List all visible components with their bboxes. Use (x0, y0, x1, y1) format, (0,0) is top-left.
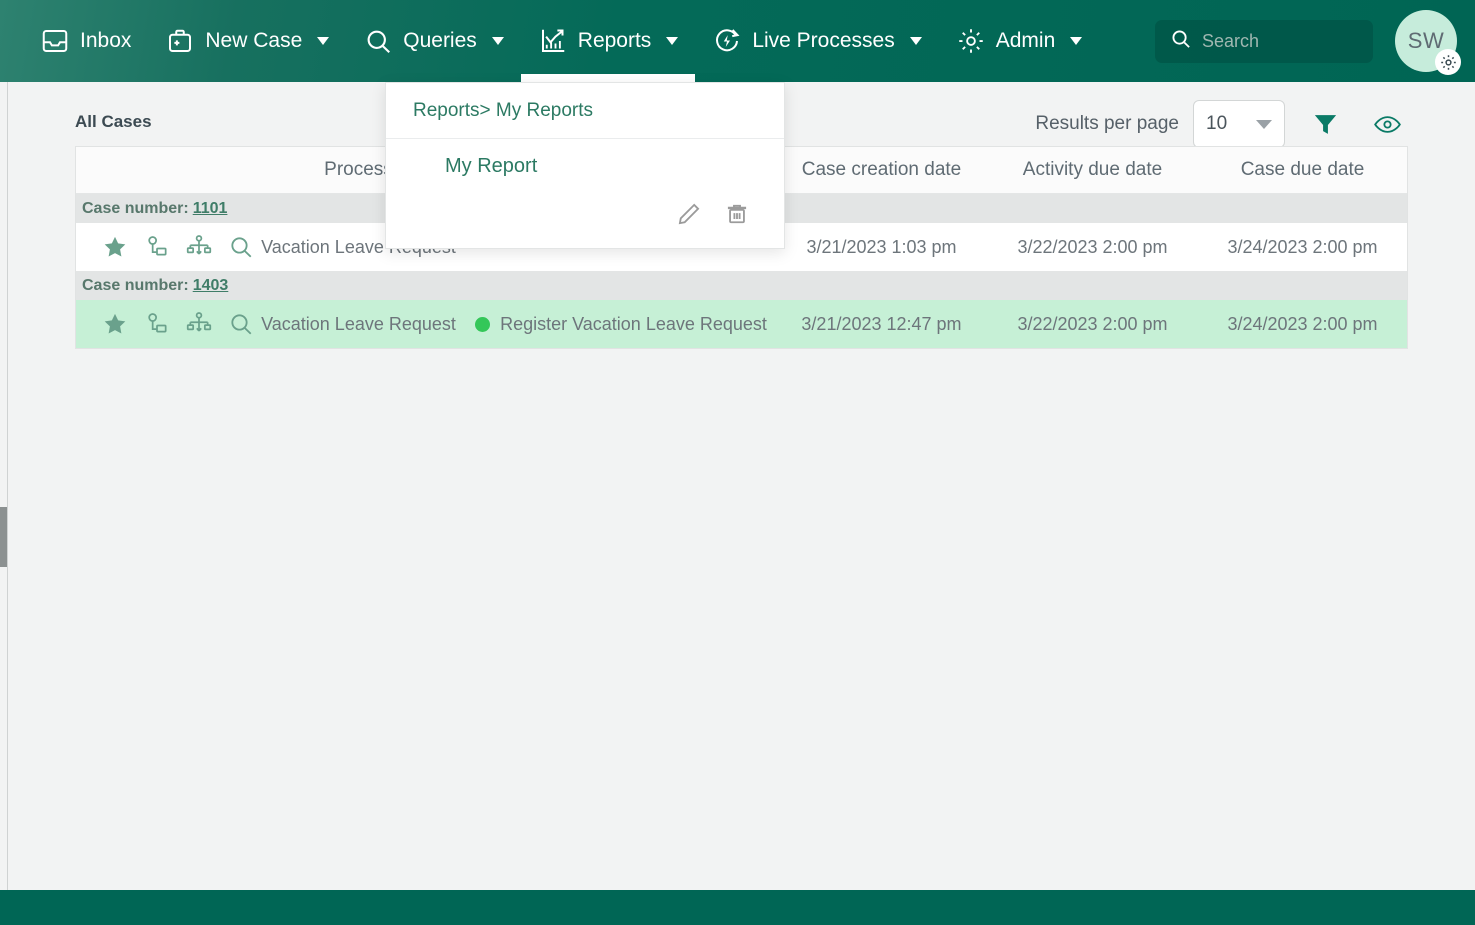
nav-item-label: New Case (205, 29, 303, 52)
nav-item-new-case[interactable]: New Case (148, 0, 346, 82)
column-header-case-due-date[interactable]: Case due date (1198, 159, 1407, 181)
column-header-activity-due-date[interactable]: Activity due date (987, 159, 1198, 181)
process-tree-icon[interactable] (186, 234, 212, 260)
search-icon (363, 26, 393, 56)
cell-case-creation-date: 3/21/2023 12:47 pm (801, 313, 962, 334)
nav-item-label: Inbox (80, 29, 132, 52)
column-header-case-creation-date[interactable]: Case creation date (776, 159, 987, 181)
search-placeholder: Search (1202, 30, 1260, 51)
results-per-page-value: 10 (1206, 113, 1228, 134)
chevron-down-icon (1256, 119, 1272, 129)
reports-dropdown-panel: Reports> My Reports My Report (385, 82, 785, 249)
nav-item-label: Admin (995, 29, 1056, 52)
page-title: All Cases (75, 112, 152, 131)
chart-trend-icon (538, 26, 568, 56)
case-number-label: Case number: (82, 276, 189, 294)
footer-bar (0, 890, 1475, 925)
search-input[interactable]: Search (1155, 19, 1373, 63)
cell-activity: Register Vacation Leave Request (466, 314, 776, 335)
results-per-page-label: Results per page (1035, 113, 1179, 134)
status-dot-icon (475, 316, 491, 332)
briefcase-plus-icon (165, 26, 195, 56)
chevron-down-icon (909, 37, 922, 45)
chevron-down-icon (317, 37, 330, 45)
nav-item-queries[interactable]: Queries (346, 0, 521, 82)
case-number-link[interactable]: 1403 (193, 277, 229, 295)
nav-item-live-processes[interactable]: Live Processes (695, 0, 938, 82)
cell-activity-due-date: 3/22/2023 2:00 pm (1017, 313, 1168, 334)
case-group-header: Case number: 1403 (76, 271, 1407, 300)
trash-icon[interactable] (724, 201, 750, 227)
search-icon (1169, 27, 1192, 55)
cell-activity-due-date: 3/22/2023 2:00 pm (1017, 236, 1168, 257)
table-row[interactable]: Vacation Leave Request Register Vacation… (76, 300, 1407, 348)
star-icon[interactable] (102, 311, 128, 337)
cell-case-creation-date: 3/21/2023 1:03 pm (806, 236, 957, 257)
pencil-icon[interactable] (676, 201, 702, 227)
cell-case-due-date: 3/24/2023 2:00 pm (1227, 236, 1378, 257)
row-actions (76, 311, 252, 337)
chevron-down-icon (491, 37, 504, 45)
nav-item-reports[interactable]: Reports (520, 0, 696, 82)
case-number-link[interactable]: 1101 (193, 200, 228, 218)
top-navigation-bar: Inbox New Case Queries Reports Live Proc… (0, 0, 1475, 82)
sidebar-collapsed-strip (0, 82, 8, 890)
process-tree-icon[interactable] (186, 311, 212, 337)
row-actions (76, 234, 252, 260)
nav-item-label: Queries (403, 29, 477, 52)
cell-process: Vacation Leave Request (261, 313, 456, 334)
results-per-page-select[interactable]: 10 (1193, 100, 1285, 148)
reports-breadcrumb[interactable]: Reports> My Reports (386, 83, 784, 139)
nav-item-label: Reports (577, 29, 652, 52)
activity-label: Register Vacation Leave Request (500, 313, 767, 334)
dropdown-item-tools (386, 193, 784, 235)
nav-items: Inbox New Case Queries Reports Live Proc… (0, 0, 1099, 82)
filter-icon[interactable] (1303, 102, 1347, 146)
nav-item-label: Live Processes (752, 29, 895, 52)
assign-icon[interactable] (144, 311, 170, 337)
refresh-bolt-icon (712, 26, 742, 56)
eye-icon[interactable] (1365, 102, 1409, 146)
dropdown-item-my-report[interactable]: My Report (386, 139, 784, 193)
cell-case-due-date: 3/24/2023 2:00 pm (1227, 313, 1378, 334)
inbox-icon (40, 26, 70, 56)
user-avatar[interactable]: SW (1395, 10, 1461, 75)
nav-item-inbox[interactable]: Inbox (0, 0, 148, 82)
star-icon[interactable] (102, 234, 128, 260)
table-toolbar: Results per page 10 (1035, 100, 1409, 148)
assign-icon[interactable] (144, 234, 170, 260)
sidebar-resize-handle[interactable] (0, 507, 7, 567)
nav-item-admin[interactable]: Admin (939, 0, 1100, 82)
chevron-down-icon (666, 37, 679, 45)
gear-icon (956, 26, 986, 56)
chevron-down-icon (1070, 37, 1083, 45)
case-number-label: Case number: (82, 199, 189, 217)
avatar-settings-gear-icon[interactable] (1435, 49, 1461, 75)
